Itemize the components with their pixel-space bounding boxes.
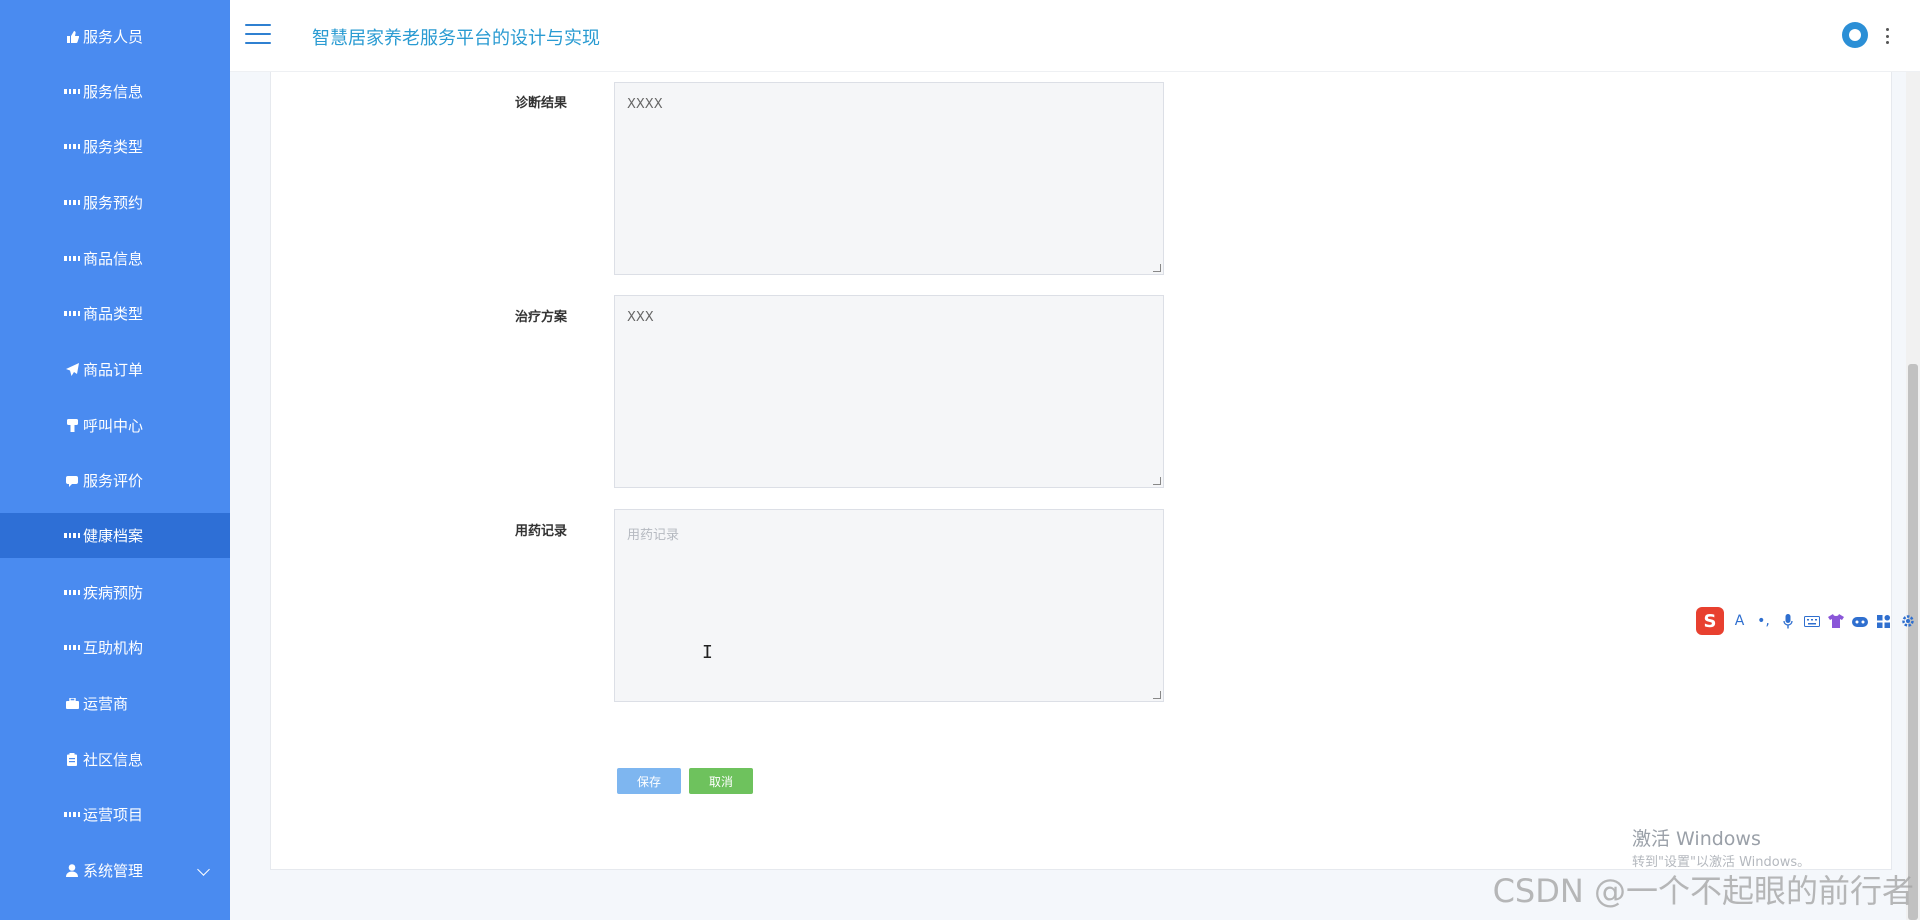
settings-icon[interactable] [1899, 613, 1916, 630]
resize-handle-icon[interactable] [1153, 264, 1161, 272]
sidebar-item-label: 呼叫中心 [83, 417, 144, 435]
grid-icon [64, 251, 80, 267]
treatment-label: 治疗方案 [514, 310, 567, 325]
sidebar-item-system-management[interactable]: 系统管理 [0, 848, 230, 893]
ime-punctuation-toggle[interactable]: •, [1755, 613, 1772, 630]
medication-placeholder: 用药记录 [627, 528, 680, 543]
top-header: 智慧居家养老服务平台的设计与实现 [230, 0, 1920, 72]
sidebar-item-label: 疾病预防 [83, 584, 144, 602]
chevron-down-icon [197, 863, 210, 876]
text-cursor-icon: I [702, 642, 713, 663]
clipboard-icon [64, 752, 80, 768]
sidebar-item-disease-prevention[interactable]: 疾病预防 [0, 570, 230, 615]
sidebar-item-community-info[interactable]: 社区信息 [0, 737, 230, 782]
grid-icon [64, 585, 80, 601]
sidebar-item-service-staff[interactable]: 服务人员 [0, 14, 230, 59]
sidebar-item-label: 服务信息 [83, 83, 144, 101]
sidebar-item-label: 服务人员 [83, 28, 144, 46]
treatment-value: XXX [627, 310, 654, 325]
apps-icon[interactable] [1875, 613, 1892, 630]
robot-icon[interactable] [1851, 613, 1868, 630]
sidebar-item-product-type[interactable]: 商品类型 [0, 291, 230, 336]
grid-icon [64, 807, 80, 823]
sidebar-item-operators[interactable]: 运营商 [0, 681, 230, 726]
ime-logo[interactable]: S [1696, 607, 1724, 635]
menu-toggle-icon[interactable] [245, 24, 271, 44]
sidebar-item-label: 健康档案 [83, 527, 144, 545]
sidebar-item-label: 社区信息 [83, 751, 144, 769]
grid-icon [64, 640, 80, 656]
sidebar-item-label: 服务评价 [83, 472, 144, 490]
sidebar-item-label: 服务预约 [83, 194, 144, 212]
shirt-icon[interactable] [1827, 613, 1844, 630]
medication-label: 用药记录 [514, 524, 567, 539]
sidebar-item-product-orders[interactable]: 商品订单 [0, 347, 230, 392]
grid-icon [64, 306, 80, 322]
sidebar-item-label: 商品类型 [83, 305, 144, 323]
mic-icon[interactable] [1779, 613, 1796, 630]
comment-icon [64, 473, 80, 489]
ime-language-toggle[interactable]: A [1731, 613, 1748, 630]
grid-icon [64, 139, 80, 155]
csdn-watermark: CSDN @一个不起眼的前行者 [1492, 872, 1914, 910]
save-button[interactable]: 保存 [617, 768, 681, 794]
sidebar-item-label: 商品信息 [83, 250, 144, 268]
scrollbar-thumb[interactable] [1908, 364, 1918, 920]
sidebar-item-service-review[interactable]: 服务评价 [0, 458, 230, 503]
medication-textarea[interactable]: 用药记录 [614, 509, 1164, 702]
diagnosis-textarea[interactable]: XXXX [614, 82, 1164, 275]
sidebar-item-label: 运营商 [83, 695, 129, 713]
ime-toolbar: S A •, [1692, 606, 1920, 636]
user-icon [64, 863, 80, 879]
sidebar-item-service-info[interactable]: 服务信息 [0, 69, 230, 114]
phone-icon [64, 418, 80, 434]
sidebar-item-label: 系统管理 [83, 862, 144, 880]
form-panel: 诊断结果 XXXX 治疗方案 XXX 用药记录 用药记录 保存 取消 [270, 72, 1892, 870]
avatar[interactable] [1842, 22, 1868, 48]
sidebar-item-label: 运营项目 [83, 806, 144, 824]
grid-icon [64, 84, 80, 100]
sidebar-item-operation-projects[interactable]: 运营项目 [0, 792, 230, 837]
app-title: 智慧居家养老服务平台的设计与实现 [312, 28, 600, 49]
sidebar-item-label: 服务类型 [83, 138, 144, 156]
sidebar-item-health-records[interactable]: 健康档案 [0, 513, 230, 558]
briefcase-icon [64, 696, 80, 712]
resize-handle-icon[interactable] [1153, 477, 1161, 485]
sidebar-item-call-center[interactable]: 呼叫中心 [0, 403, 230, 448]
treatment-textarea[interactable]: XXX [614, 295, 1164, 488]
grid-icon [64, 195, 80, 211]
resize-handle-icon[interactable] [1153, 691, 1161, 699]
thumbs-up-icon [64, 29, 80, 45]
windows-activation-title: 激活 Windows [1632, 828, 1761, 850]
sidebar: 服务人员 服务信息 服务类型 服务预约 商品信息 商品类型 商品订单 呼叫中心 … [0, 0, 230, 920]
sidebar-item-label: 商品订单 [83, 361, 144, 379]
more-options-icon[interactable] [1886, 28, 1890, 44]
sidebar-item-mutual-aid[interactable]: 互助机构 [0, 625, 230, 670]
keyboard-icon[interactable] [1803, 613, 1820, 630]
sidebar-item-product-info[interactable]: 商品信息 [0, 236, 230, 281]
sidebar-item-service-type[interactable]: 服务类型 [0, 124, 230, 169]
cancel-button[interactable]: 取消 [689, 768, 753, 794]
diagnosis-value: XXXX [627, 97, 663, 112]
grid-icon [64, 528, 80, 544]
sidebar-item-service-booking[interactable]: 服务预约 [0, 180, 230, 225]
diagnosis-label: 诊断结果 [514, 96, 567, 111]
sidebar-item-label: 互助机构 [83, 639, 144, 657]
paper-plane-icon [64, 362, 80, 378]
